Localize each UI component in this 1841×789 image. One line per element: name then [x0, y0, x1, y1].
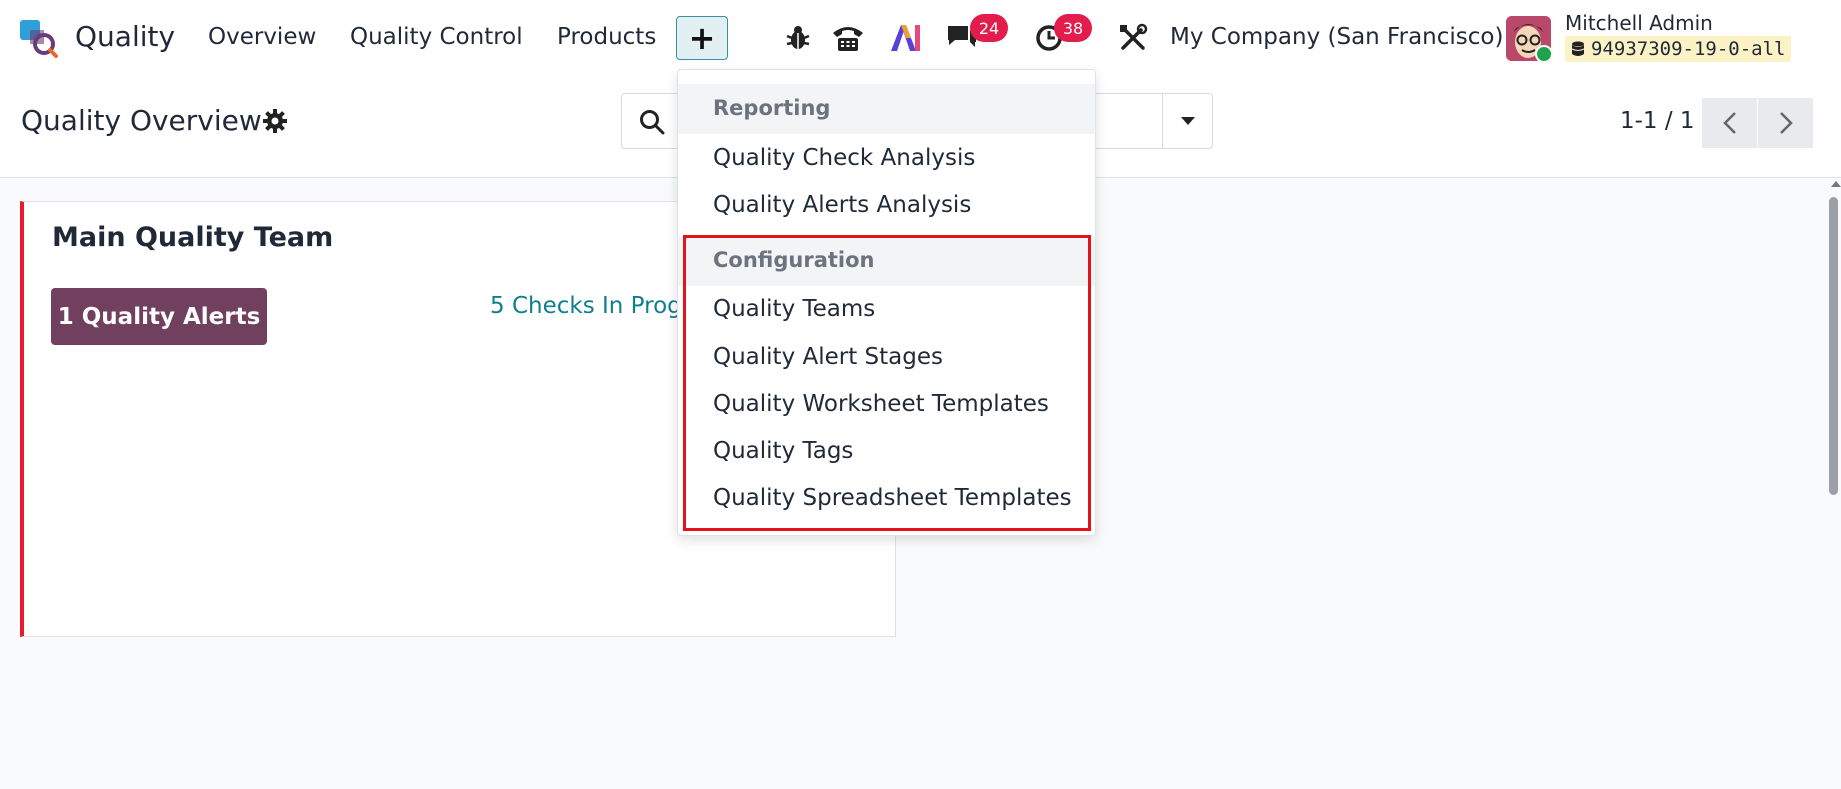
pager-previous-button[interactable] — [1702, 98, 1757, 148]
chevron-left-icon — [1722, 112, 1736, 134]
more-menu-dropdown: Reporting Quality Check Analysis Quality… — [677, 69, 1096, 536]
page-title: Quality Overview — [21, 104, 262, 137]
database-icon — [1571, 41, 1585, 56]
search-icon[interactable] — [638, 108, 666, 136]
top-navbar: Quality Overview Quality Control Product… — [0, 0, 1841, 78]
gear-icon[interactable] — [262, 108, 288, 134]
activities-badge: 38 — [1054, 14, 1092, 42]
messages-badge: 24 — [970, 14, 1008, 42]
database-label: 94937309-19-0-all — [1591, 38, 1786, 60]
phone-icon[interactable] — [831, 20, 865, 56]
menu-overview[interactable]: Overview — [208, 24, 316, 50]
caret-down-icon — [1180, 117, 1195, 125]
user-name[interactable]: Mitchell Admin — [1565, 11, 1713, 35]
pager-next-button[interactable] — [1758, 98, 1813, 148]
scrollbar-thumb[interactable] — [1829, 197, 1838, 495]
reporting-section-header: Reporting — [678, 84, 1095, 134]
scroll-up-arrow[interactable] — [1831, 181, 1841, 187]
bug-icon[interactable] — [781, 20, 815, 56]
ai-icon[interactable] — [888, 20, 922, 56]
app-logo-icon[interactable] — [20, 20, 58, 58]
menu-item-quality-check-analysis[interactable]: Quality Check Analysis — [713, 145, 975, 171]
chevron-right-icon — [1779, 112, 1793, 134]
pager-value[interactable]: 1-1 / 1 — [1620, 108, 1695, 134]
search-options-toggle[interactable] — [1162, 94, 1212, 148]
menu-quality-control[interactable]: Quality Control — [350, 24, 523, 50]
online-status-dot — [1535, 45, 1553, 63]
plus-icon: + — [688, 19, 716, 57]
reporting-header-label: Reporting — [713, 96, 831, 120]
company-switcher[interactable]: My Company (San Francisco) — [1170, 24, 1503, 50]
checks-in-progress-link[interactable]: 5 Checks In Progr — [490, 293, 691, 319]
configuration-highlight-box — [683, 235, 1091, 531]
tools-icon[interactable] — [1116, 20, 1150, 56]
menu-products[interactable]: Products — [557, 24, 656, 50]
quality-alerts-button[interactable]: 1 Quality Alerts — [51, 288, 267, 345]
team-name: Main Quality Team — [52, 222, 334, 253]
database-name: 94937309-19-0-all — [1565, 36, 1792, 62]
app-name[interactable]: Quality — [75, 20, 175, 53]
more-menu-button[interactable]: + — [676, 16, 728, 60]
menu-item-quality-alerts-analysis[interactable]: Quality Alerts Analysis — [713, 192, 971, 218]
